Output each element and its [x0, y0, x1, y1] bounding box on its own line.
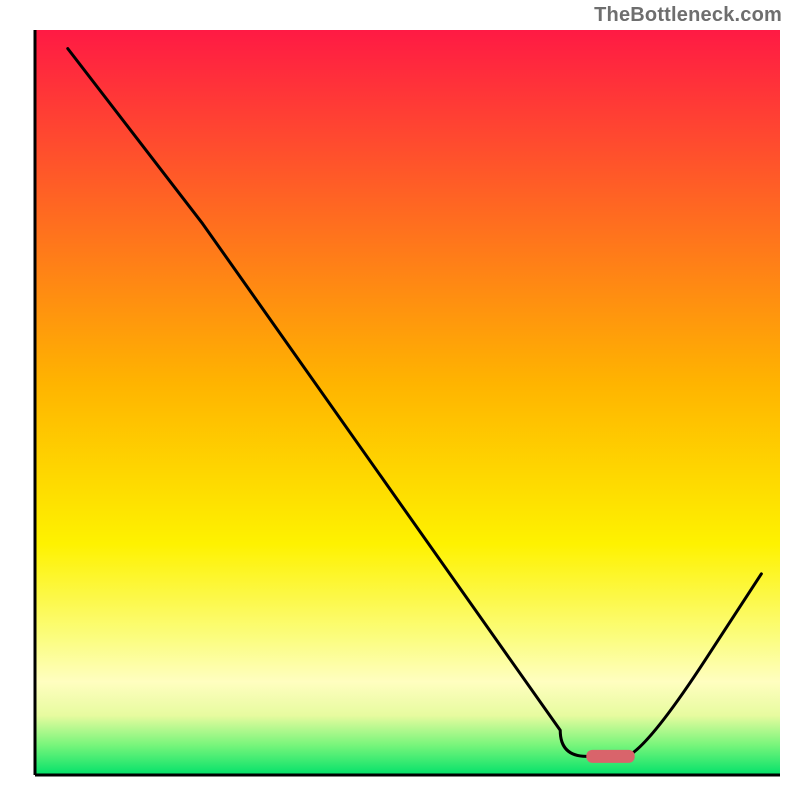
plot-background [35, 30, 780, 775]
bottleneck-chart [0, 0, 800, 800]
watermark-text: TheBottleneck.com [594, 4, 782, 27]
optimal-marker [586, 750, 634, 763]
